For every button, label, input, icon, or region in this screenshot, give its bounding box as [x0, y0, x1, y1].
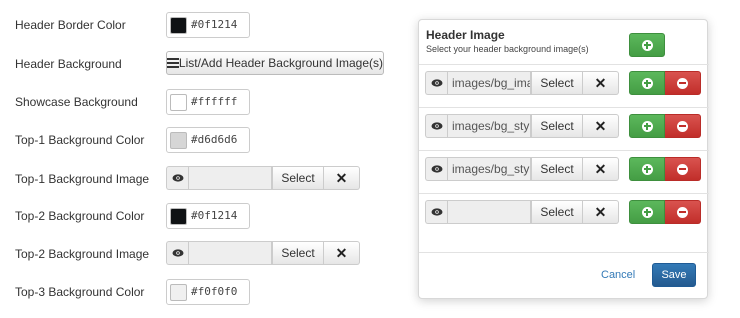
image-field: images/bg_style Select ✕	[425, 114, 619, 138]
image-path-input[interactable]	[188, 166, 272, 190]
eye-icon[interactable]	[425, 200, 447, 224]
image-field: images/bg_style Select ✕	[425, 157, 619, 181]
minus-circle-icon	[677, 120, 688, 132]
row-top3-background-color: Top-3 Background Color #f0f0f0	[0, 279, 420, 305]
select-button[interactable]: Select	[531, 114, 583, 138]
top2-background-color-picker[interactable]: #0f1214	[166, 203, 250, 229]
eye-icon[interactable]	[425, 71, 447, 95]
image-field: images/bg_image Select ✕	[425, 71, 619, 95]
add-image-button[interactable]	[629, 33, 665, 57]
select-button[interactable]: Select	[272, 241, 324, 265]
select-button[interactable]: Select	[531, 200, 583, 224]
header-border-color-picker[interactable]: #0f1214	[166, 12, 250, 38]
field-label: Top-2 Background Image	[15, 247, 150, 261]
field-label: Header Background	[15, 57, 122, 71]
modal-title: Header Image	[426, 28, 505, 42]
eye-icon[interactable]	[166, 166, 188, 190]
color-value[interactable]: #d6d6d6	[189, 128, 237, 152]
close-icon[interactable]: ✕	[324, 241, 360, 265]
add-remove-group	[629, 200, 701, 224]
image-row: images/bg_style Select ✕	[419, 150, 709, 194]
close-icon[interactable]: ✕	[583, 200, 619, 224]
select-button[interactable]: Select	[272, 166, 324, 190]
add-row-button[interactable]	[629, 157, 665, 181]
add-row-button[interactable]	[629, 200, 665, 224]
image-field: Select ✕	[425, 200, 619, 224]
image-path-input[interactable]: images/bg_style	[447, 157, 531, 181]
cancel-link[interactable]: Cancel	[601, 269, 635, 281]
row-top1-background-color: Top-1 Background Color #d6d6d6	[0, 127, 420, 153]
image-path-input[interactable]: images/bg_image	[447, 71, 531, 95]
add-remove-group	[629, 71, 701, 95]
add-row-button[interactable]	[629, 114, 665, 138]
eye-icon[interactable]	[425, 157, 447, 181]
field-label: Top-3 Background Color	[15, 285, 145, 299]
plus-circle-icon	[641, 163, 653, 175]
color-value[interactable]: #f0f0f0	[189, 280, 237, 304]
showcase-background-color-picker[interactable]: #ffffff	[166, 89, 250, 115]
plus-circle-icon	[641, 39, 653, 51]
remove-row-button[interactable]	[665, 200, 701, 224]
field-label: Top-1 Background Image	[15, 172, 150, 186]
image-path-input[interactable]: images/bg_style	[447, 114, 531, 138]
row-header-background: Header Background List/Add Header Backgr…	[0, 51, 420, 77]
remove-row-button[interactable]	[665, 71, 701, 95]
row-top2-background-image: Top-2 Background Image Select ✕	[0, 241, 420, 267]
list-icon	[167, 58, 179, 68]
add-row-button[interactable]	[629, 71, 665, 95]
close-icon[interactable]: ✕	[583, 157, 619, 181]
color-value[interactable]: #0f1214	[189, 13, 237, 37]
field-label: Showcase Background	[15, 95, 138, 109]
button-label: List/Add Header Background Image(s)	[178, 56, 383, 70]
color-value[interactable]: #ffffff	[189, 90, 237, 114]
row-top2-background-color: Top-2 Background Color #0f1214	[0, 203, 420, 229]
modal-footer: Cancel Save	[419, 252, 709, 300]
image-path-input[interactable]	[447, 200, 531, 224]
image-path-input[interactable]	[188, 241, 272, 265]
minus-circle-icon	[677, 77, 688, 89]
plus-circle-icon	[641, 120, 653, 132]
close-icon[interactable]: ✕	[324, 166, 360, 190]
eye-icon[interactable]	[166, 241, 188, 265]
close-icon[interactable]: ✕	[583, 71, 619, 95]
color-swatch[interactable]	[169, 16, 187, 34]
row-header-border-color: Header Border Color #0f1214	[0, 12, 420, 38]
row-top1-background-image: Top-1 Background Image Select ✕	[0, 166, 420, 192]
image-row: Select ✕	[419, 193, 709, 237]
eye-icon[interactable]	[425, 114, 447, 138]
add-remove-group	[629, 114, 701, 138]
image-row: images/bg_style Select ✕	[419, 107, 709, 151]
minus-circle-icon	[677, 206, 688, 218]
field-label: Top-1 Background Color	[15, 133, 145, 147]
field-label: Header Border Color	[15, 18, 126, 32]
top2-background-image-field: Select ✕	[166, 241, 360, 265]
top1-background-color-picker[interactable]: #d6d6d6	[166, 127, 250, 153]
color-swatch[interactable]	[169, 207, 187, 225]
plus-circle-icon	[641, 77, 653, 89]
save-button[interactable]: Save	[652, 263, 696, 287]
image-row: images/bg_image Select ✕	[419, 64, 709, 108]
plus-circle-icon	[641, 206, 653, 218]
color-swatch[interactable]	[169, 93, 187, 111]
header-image-modal: Header Image Select your header backgrou…	[418, 19, 709, 300]
add-remove-group	[629, 157, 701, 181]
field-label: Top-2 Background Color	[15, 209, 145, 223]
color-swatch[interactable]	[169, 283, 187, 301]
select-button[interactable]: Select	[531, 71, 583, 95]
close-icon[interactable]: ✕	[583, 114, 619, 138]
minus-circle-icon	[677, 163, 688, 175]
color-value[interactable]: #0f1214	[189, 204, 237, 228]
color-swatch[interactable]	[169, 131, 187, 149]
remove-row-button[interactable]	[665, 157, 701, 181]
row-showcase-background: Showcase Background #ffffff	[0, 89, 420, 115]
select-button[interactable]: Select	[531, 157, 583, 181]
list-add-header-background-button[interactable]: List/Add Header Background Image(s)	[166, 51, 384, 75]
top1-background-image-field: Select ✕	[166, 166, 360, 190]
top3-background-color-picker[interactable]: #f0f0f0	[166, 279, 250, 305]
remove-row-button[interactable]	[665, 114, 701, 138]
modal-subtitle: Select your header background image(s)	[426, 44, 589, 54]
